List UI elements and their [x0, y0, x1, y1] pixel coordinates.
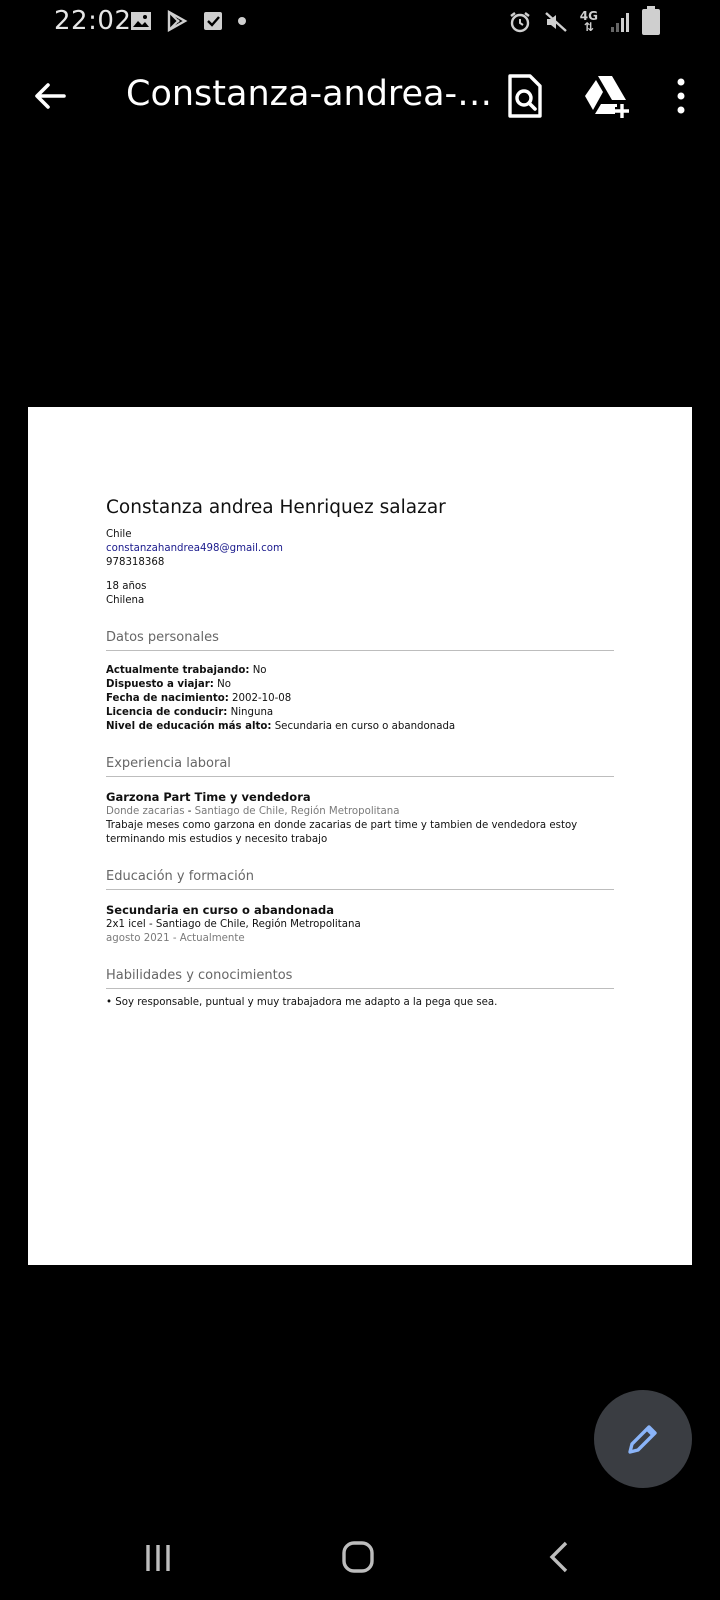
back-icon	[549, 1541, 568, 1573]
mute-icon	[544, 12, 567, 32]
personal-row: Nivel de educación más alto: Secundaria …	[106, 720, 614, 734]
document-title: Constanza-andrea-…	[126, 74, 493, 114]
more-vertical-icon	[677, 78, 685, 114]
personal-row: Fecha de nacimiento: 2002-10-08	[106, 692, 614, 706]
back-button[interactable]	[28, 74, 72, 118]
personal-value: Secundaria en curso o abandonada	[274, 721, 456, 732]
dot-icon	[238, 17, 246, 25]
home-button[interactable]	[328, 1532, 388, 1582]
personal-label: Nivel de educación más alto:	[106, 721, 272, 732]
recent-apps-icon	[146, 1545, 170, 1571]
find-in-document-button[interactable]	[500, 72, 548, 120]
education-degree: Secundaria en curso o abandonada	[106, 903, 334, 917]
find-in-document-icon	[508, 74, 542, 118]
personal-row: Actualmente trabajando: No	[106, 664, 614, 678]
edit-pencil-icon	[628, 1425, 657, 1454]
network-type: 4G	[579, 9, 598, 23]
status-time: 22:02	[54, 6, 132, 36]
personal-label: Actualmente trabajando:	[106, 665, 250, 676]
play-store-icon	[167, 10, 188, 32]
section-title-personal: Datos personales	[106, 630, 614, 651]
experience-entry: Garzona Part Time y vendedora Donde zaca…	[106, 790, 614, 847]
add-to-drive-icon	[585, 76, 629, 118]
skills-list: • Soy responsable, puntual y muy trabaja…	[106, 996, 614, 1010]
education-entry: Secundaria en curso o abandonada 2x1 ice…	[106, 903, 614, 946]
more-options-button[interactable]	[660, 72, 708, 120]
nav-back-button[interactable]	[530, 1532, 590, 1582]
resume-phone: 978318368	[106, 557, 165, 568]
personal-data-list: Actualmente trabajando: No Dispuesto a v…	[106, 664, 614, 734]
personal-label: Licencia de conducir:	[106, 707, 228, 718]
status-left-icons	[130, 10, 246, 32]
job-location: Santiago de Chile, Región Metropolitana	[194, 806, 400, 817]
document-page[interactable]: Constanza andrea Henriquez salazar Chile…	[28, 407, 692, 1265]
personal-value: No	[217, 679, 231, 690]
checkbox-icon	[204, 12, 222, 30]
battery-icon	[642, 6, 660, 35]
home-icon	[342, 1541, 374, 1573]
education-dates: agosto 2021 - Actualmente	[106, 933, 245, 944]
status-right-icons: 4G ⇅	[508, 6, 660, 35]
resume-email[interactable]: constanzahandrea498@gmail.com	[106, 542, 614, 556]
resume-content: Constanza andrea Henriquez salazar Chile…	[106, 497, 614, 1010]
personal-label: Fecha de nacimiento:	[106, 693, 229, 704]
job-company-location: Donde zacarias - Santiago de Chile, Regi…	[106, 805, 614, 819]
navigation-bar	[0, 1520, 720, 1600]
personal-label: Dispuesto a viajar:	[106, 679, 214, 690]
job-company: Donde zacarias	[106, 806, 185, 817]
personal-value: Ninguna	[230, 707, 274, 718]
section-title-education: Educación y formación	[106, 869, 614, 890]
personal-value: 2002-10-08	[232, 693, 292, 704]
alarm-icon	[510, 12, 530, 33]
job-location-separator: -	[184, 806, 195, 817]
signal-icon	[611, 13, 629, 32]
edit-fab-button[interactable]	[594, 1390, 692, 1488]
personal-row: Licencia de conducir: Ninguna	[106, 706, 614, 720]
resume-age: 18 años	[106, 581, 147, 592]
resume-nationality: Chilena	[106, 595, 145, 606]
status-bar: 22:02 4G ⇅	[0, 0, 720, 46]
network-4g-icon: 4G ⇅	[579, 9, 598, 34]
personal-row: Dispuesto a viajar: No	[106, 678, 614, 692]
section-title-experience: Experiencia laboral	[106, 756, 614, 777]
skill-item: • Soy responsable, puntual y muy trabaja…	[106, 997, 498, 1008]
app-bar: Constanza-andrea-…	[0, 60, 720, 132]
personal-value: No	[252, 665, 267, 676]
recent-apps-button[interactable]	[128, 1532, 188, 1582]
job-description: Trabaje meses como garzona en donde zaca…	[106, 820, 578, 845]
section-title-skills: Habilidades y conocimientos	[106, 968, 614, 989]
education-school: 2x1 icel - Santiago de Chile, Región Met…	[106, 919, 361, 930]
resume-name: Constanza andrea Henriquez salazar	[106, 497, 446, 518]
image-icon	[131, 12, 151, 30]
resume-country: Chile	[106, 529, 132, 540]
add-to-drive-button[interactable]	[582, 72, 630, 120]
back-arrow-icon	[35, 83, 66, 109]
job-title: Garzona Part Time y vendedora	[106, 790, 311, 804]
